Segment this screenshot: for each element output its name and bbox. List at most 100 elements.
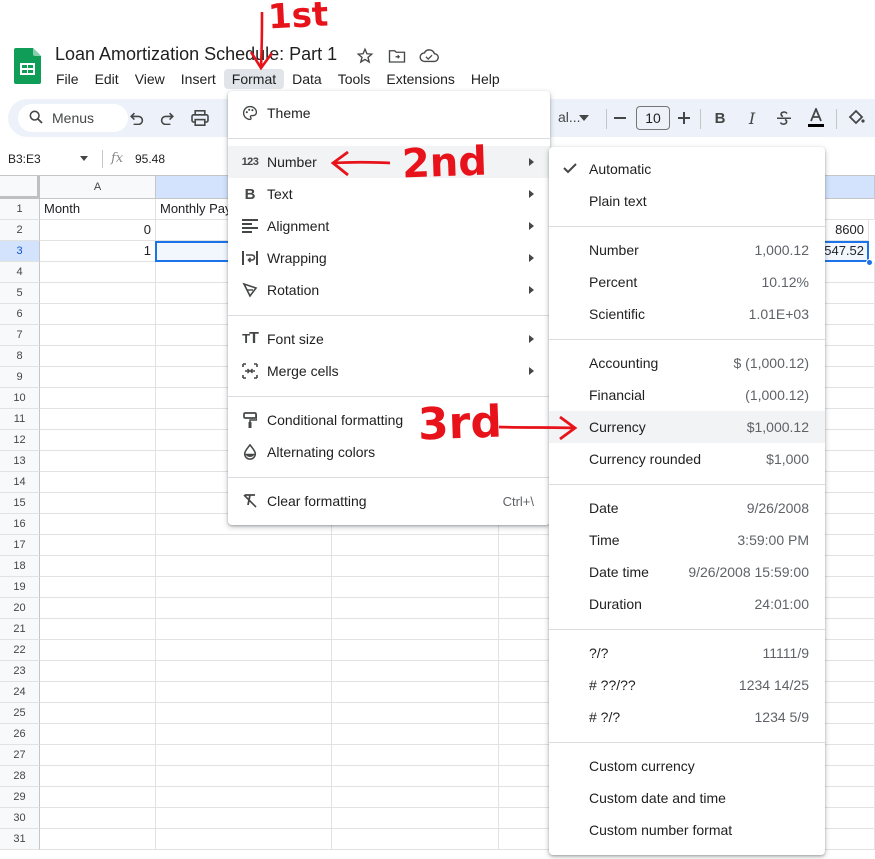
number-format-item-fraction[interactable]: # ?/? 1234 5/9 <box>549 701 825 733</box>
grid-cell[interactable] <box>40 556 156 577</box>
row-header[interactable]: 21 <box>0 619 40 640</box>
number-format-item-scientific[interactable]: Scientific 1.01E+03 <box>549 298 825 330</box>
row-header[interactable]: 26 <box>0 724 40 745</box>
number-format-item-plain-text[interactable]: Plain text <box>549 185 825 217</box>
grid-cell[interactable] <box>40 346 156 367</box>
grid-cell[interactable] <box>156 745 332 766</box>
grid-cell[interactable] <box>332 535 499 556</box>
menus-search-button[interactable]: Menus <box>18 104 128 132</box>
grid-cell[interactable] <box>332 724 499 745</box>
row-header[interactable]: 20 <box>0 598 40 619</box>
row-header[interactable]: 28 <box>0 766 40 787</box>
row-header[interactable]: 17 <box>0 535 40 556</box>
grid-cell[interactable] <box>332 598 499 619</box>
number-format-item-currency-rounded[interactable]: Currency rounded $1,000 <box>549 443 825 475</box>
number-format-item-financial[interactable]: Financial (1,000.12) <box>549 379 825 411</box>
grid-cell[interactable] <box>40 619 156 640</box>
row-header[interactable]: 25 <box>0 703 40 724</box>
row-header[interactable]: 18 <box>0 556 40 577</box>
grid-cell[interactable] <box>40 829 156 850</box>
grid-cell[interactable] <box>40 451 156 472</box>
grid-cell[interactable] <box>40 745 156 766</box>
row-header[interactable]: 16 <box>0 514 40 535</box>
star-icon[interactable] <box>354 46 376 66</box>
number-format-item-duration[interactable]: Duration 24:01:00 <box>549 588 825 620</box>
grid-cell[interactable] <box>40 409 156 430</box>
grid-cell[interactable] <box>156 787 332 808</box>
chevron-down-icon[interactable] <box>80 156 88 161</box>
row-header[interactable]: 22 <box>0 640 40 661</box>
menu-help[interactable]: Help <box>463 69 508 89</box>
grid-cell[interactable] <box>156 766 332 787</box>
number-format-item-date-time[interactable]: Date time 9/26/2008 15:59:00 <box>549 556 825 588</box>
number-format-item-custom-currency[interactable]: Custom currency <box>549 750 825 782</box>
number-format-item-date[interactable]: Date 9/26/2008 <box>549 492 825 524</box>
select-all-corner[interactable] <box>0 176 40 199</box>
column-header-a[interactable]: A <box>40 176 156 199</box>
grid-cell[interactable] <box>156 598 332 619</box>
grid-cell[interactable] <box>332 829 499 850</box>
italic-icon[interactable]: I <box>742 108 762 128</box>
row-header[interactable]: 6 <box>0 304 40 325</box>
grid-cell[interactable] <box>40 682 156 703</box>
grid-cell[interactable] <box>40 808 156 829</box>
row-header[interactable]: 4 <box>0 262 40 283</box>
grid-cell[interactable]: 0 <box>40 220 156 241</box>
row-header[interactable]: 13 <box>0 451 40 472</box>
grid-cell[interactable] <box>156 829 332 850</box>
format-menu-item-rotation[interactable]: Rotation <box>228 274 550 306</box>
grid-cell[interactable] <box>156 577 332 598</box>
print-icon[interactable] <box>190 108 210 128</box>
row-header[interactable]: 9 <box>0 367 40 388</box>
row-header[interactable]: 29 <box>0 787 40 808</box>
row-header[interactable]: 5 <box>0 283 40 304</box>
chevron-down-icon[interactable] <box>574 108 594 128</box>
grid-cell[interactable] <box>40 304 156 325</box>
number-format-item-fraction[interactable]: ?/? 11111/9 <box>549 637 825 669</box>
undo-icon[interactable] <box>126 108 146 128</box>
format-menu-item-merge-cells[interactable]: Merge cells <box>228 355 550 387</box>
row-header[interactable]: 1 <box>0 199 40 220</box>
row-header[interactable]: 10 <box>0 388 40 409</box>
row-header[interactable]: 24 <box>0 682 40 703</box>
format-menu-item-text[interactable]: B Text <box>228 178 550 210</box>
sheets-logo-icon[interactable] <box>14 48 41 84</box>
grid-cell[interactable] <box>40 493 156 514</box>
grid-cell[interactable] <box>40 325 156 346</box>
grid-cell[interactable] <box>156 640 332 661</box>
number-format-item-custom-number-format[interactable]: Custom number format <box>549 814 825 846</box>
grid-cell[interactable] <box>156 535 332 556</box>
row-header[interactable]: 2 <box>0 220 40 241</box>
menu-tools[interactable]: Tools <box>330 69 379 89</box>
row-header[interactable]: 31 <box>0 829 40 850</box>
row-header[interactable]: 15 <box>0 493 40 514</box>
menu-insert[interactable]: Insert <box>173 69 224 89</box>
grid-cell[interactable] <box>332 682 499 703</box>
grid-cell[interactable] <box>40 388 156 409</box>
menu-file[interactable]: File <box>48 69 87 89</box>
grid-cell[interactable] <box>40 661 156 682</box>
grid-cell[interactable] <box>332 745 499 766</box>
number-format-item-custom-date-and-time[interactable]: Custom date and time <box>549 782 825 814</box>
formula-input[interactable]: 95.48 <box>135 152 165 166</box>
grid-cell[interactable] <box>40 430 156 451</box>
number-format-item-fraction[interactable]: # ??/?? 1234 14/25 <box>549 669 825 701</box>
format-menu-item-font-size[interactable]: TT Font size <box>228 323 550 355</box>
grid-cell[interactable] <box>332 787 499 808</box>
move-folder-icon[interactable] <box>386 46 408 66</box>
grid-cell[interactable] <box>40 472 156 493</box>
row-header[interactable]: 27 <box>0 745 40 766</box>
row-header[interactable]: 23 <box>0 661 40 682</box>
grid-cell[interactable]: Month <box>40 199 156 220</box>
grid-cell[interactable] <box>40 598 156 619</box>
grid-cell[interactable] <box>332 661 499 682</box>
grid-cell[interactable] <box>332 577 499 598</box>
number-format-item-number[interactable]: Number 1,000.12 <box>549 234 825 266</box>
row-header[interactable]: 3 <box>0 241 40 262</box>
row-header[interactable]: 19 <box>0 577 40 598</box>
grid-cell[interactable] <box>40 514 156 535</box>
grid-cell[interactable] <box>40 283 156 304</box>
minus-icon[interactable] <box>610 108 630 128</box>
text-color-icon[interactable] <box>806 108 826 128</box>
menu-data[interactable]: Data <box>284 69 330 89</box>
